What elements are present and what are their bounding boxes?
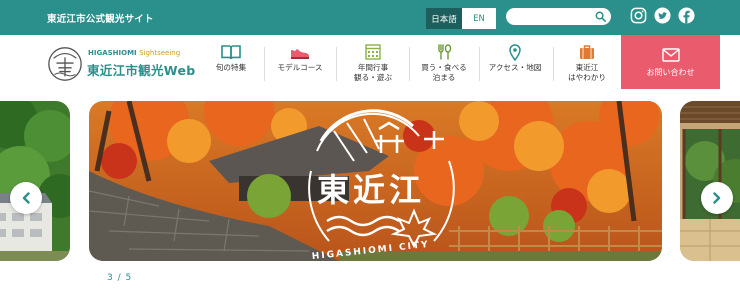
twitter-icon[interactable] [654,7,671,24]
nav-label-access-map: アクセス・地図 [488,63,542,72]
site-logo[interactable]: HIGASHIOMI Sightseeing 東近江市観光Web [46,44,206,84]
slide-next-image [680,101,740,261]
instagram-icon[interactable] [630,7,647,24]
hero-logo-kanji: 東近江 [317,171,425,209]
nav-item-model-course[interactable]: モデルコース [271,35,329,93]
slide-current[interactable]: 東近江 HIGASHIOMI CITY [89,101,662,261]
search-box [506,8,611,25]
site-label: 東近江市公式観光サイト [47,14,154,25]
nav-divider [264,47,265,81]
nav-label-features: 旬の特集 [215,63,247,72]
map-pin-icon [509,44,521,61]
nav-item-events[interactable]: 年間行事 観る・遊ぶ [345,35,401,93]
slide-next[interactable] [680,101,740,261]
nav-item-access-map[interactable]: アクセス・地図 [484,35,546,93]
facebook-icon[interactable] [678,7,695,24]
lang-en-button[interactable]: EN [462,8,496,29]
hero-slider: 東近江 HIGASHIOMI CITY 3 / 5 [0,93,740,293]
nav-item-features[interactable]: 旬の特集 [209,35,253,93]
calendar-icon [365,44,381,60]
nav-divider [409,47,410,81]
nav-label-events: 年間行事 観る・遊ぶ [354,63,392,82]
nav-label-model-course: モデルコース [277,63,323,72]
slide-counter: 3 / 5 [107,273,133,283]
logo-title: 東近江市観光Web [87,63,196,78]
slider-next-button[interactable] [701,182,733,214]
top-bar: 東近江市公式観光サイト 日本語 EN [0,0,740,35]
logo-sub-en: HIGASHIOMI [88,49,137,57]
contact-button[interactable]: お問い合わせ [621,35,720,89]
search-icon[interactable] [595,11,606,22]
nav-item-quick-guide[interactable]: 東近江 はやわかり [559,35,615,93]
nav-divider [553,47,554,81]
slider-prev-button[interactable] [10,182,42,214]
chevron-left-icon [22,192,30,204]
contact-label: お問い合わせ [646,68,695,77]
nav-item-shop-eat-stay[interactable]: 買う・食べる 泊まる [414,35,474,93]
mail-icon [661,48,680,62]
lang-ja-button[interactable]: 日本語 [426,8,462,29]
nav-divider [336,47,337,81]
slide-current-image: 東近江 HIGASHIOMI CITY [89,101,662,261]
nav-label-quick-guide: 東近江 はやわかり [568,63,606,82]
utensils-icon [438,44,452,60]
chevron-right-icon [713,192,721,204]
suitcase-icon [580,45,594,59]
logo-emblem-icon [48,47,82,81]
nav-label-shop-eat-stay: 買う・食べる 泊まる [421,63,467,82]
slide-previous[interactable] [0,101,70,261]
search-input[interactable] [514,10,594,23]
book-icon [221,45,241,60]
main-nav: HIGASHIOMI Sightseeing 東近江市観光Web 旬の特集 モデ… [0,35,740,93]
slide-previous-image [0,101,70,261]
logo-sub-accent: Sightseeing [139,49,181,57]
nav-divider [479,47,480,81]
shoe-icon [291,49,309,59]
